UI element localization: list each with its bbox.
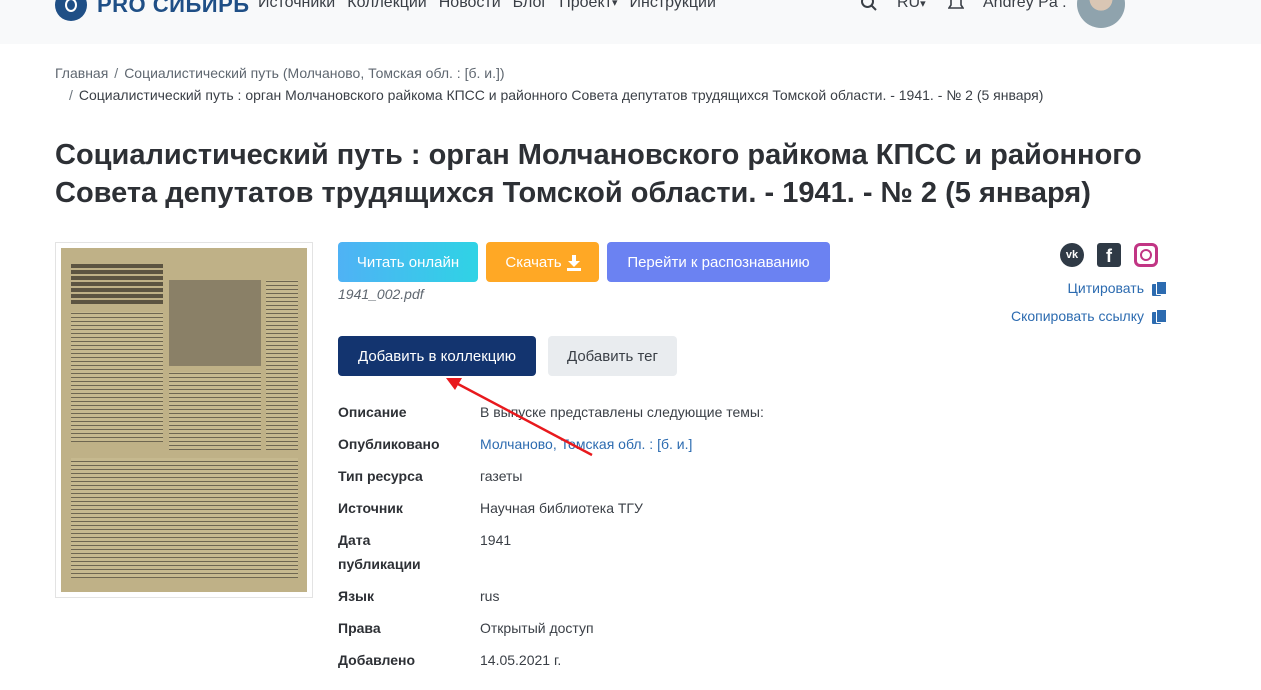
download-label: Скачать (505, 253, 562, 271)
metadata-value: В выпуске представлены следующие темы: (480, 404, 764, 420)
nav-item-instructions[interactable]: Инструкции (629, 0, 715, 12)
metadata-row: Описание В выпуске представлены следующи… (338, 400, 938, 432)
breadcrumb-parent[interactable]: Социалистический путь (Молчаново, Томска… (124, 65, 504, 81)
logo-icon (55, 0, 87, 21)
nav-item-blog[interactable]: Блог (513, 0, 548, 12)
metadata-row: Добавлено 14.05.2021 г. (338, 648, 938, 680)
cite-link[interactable]: Цитировать (1067, 280, 1167, 296)
metadata-value: Научная библиотека ТГУ (480, 500, 643, 516)
copy-icon (1152, 308, 1167, 324)
nav-item-project-label: Проект (559, 0, 612, 11)
metadata-row: Опубликовано Молчаново, Томская обл. : [… (338, 432, 938, 464)
breadcrumb-separator: / (69, 87, 73, 103)
metadata-key: Источник (338, 500, 403, 516)
breadcrumb: Главная / Социалистический путь (Молчаново… (55, 62, 1155, 106)
metadata-row: Источник Научная библиотека ТГУ (338, 496, 938, 528)
metadata-row: Дата публикации 1941 (338, 528, 938, 584)
metadata-key: Добавлено (338, 652, 416, 668)
chevron-down-icon: ▾ (920, 0, 926, 10)
instagram-icon[interactable] (1134, 243, 1158, 267)
cite-label: Цитировать (1067, 280, 1144, 296)
search-icon[interactable] (860, 0, 878, 17)
metadata-key: Права (338, 620, 381, 636)
metadata-table: Описание В выпуске представлены следующи… (338, 400, 938, 680)
metadata-value: 14.05.2021 г. (480, 652, 562, 668)
add-to-collection-button[interactable]: Добавить в коллекцию (338, 336, 536, 376)
metadata-row: Права Открытый доступ (338, 616, 938, 648)
metadata-value: Открытый доступ (480, 620, 594, 636)
file-name[interactable]: 1941_002.pdf (338, 286, 424, 302)
copy-icon (1152, 280, 1167, 296)
metadata-value: 1941 (480, 532, 512, 548)
metadata-key: Язык (338, 588, 374, 604)
nav-item-sources[interactable]: Источники (258, 0, 335, 12)
publisher-link[interactable]: Молчаново, Томская обл. : [б. и.] (480, 432, 692, 464)
breadcrumb-separator: / (114, 65, 119, 81)
read-online-button[interactable]: Читать онлайн (338, 242, 478, 282)
breadcrumb-current: Социалистический путь : орган Молчановск… (78, 87, 1044, 103)
metadata-value: газеты (480, 468, 523, 484)
add-tag-button[interactable]: Добавить тег (548, 336, 677, 376)
document-thumbnail[interactable] (55, 242, 313, 598)
nav-item-news[interactable]: Новости (439, 0, 501, 12)
main-nav: Источники Коллекции Новости Блог Проект▾… (258, 0, 728, 12)
recognition-button[interactable]: Перейти к распознаванию (607, 242, 830, 282)
avatar[interactable] (1077, 0, 1125, 28)
download-icon (566, 255, 581, 271)
language-selector[interactable]: RU▾ (897, 0, 926, 12)
site-logo[interactable]: PRO СИБИРЬ (55, 0, 250, 22)
language-label: RU (897, 0, 921, 11)
metadata-value: rus (480, 588, 500, 604)
bell-icon[interactable] (947, 0, 965, 17)
metadata-key: Дата публикации (338, 532, 421, 572)
copy-link-label: Скопировать ссылку (1010, 308, 1144, 324)
copy-link[interactable]: Скопировать ссылку (1010, 308, 1167, 324)
metadata-key: Опубликовано (338, 436, 440, 452)
user-name[interactable]: Andrey Pa . (983, 0, 1067, 12)
breadcrumb-home[interactable]: Главная (55, 65, 108, 81)
metadata-key: Тип ресурса (338, 468, 423, 484)
vk-icon[interactable]: vk (1060, 243, 1084, 267)
facebook-icon[interactable]: f (1097, 243, 1121, 267)
chevron-down-icon: ▾ (611, 0, 618, 10)
page-title: Социалистический путь : орган Молчановск… (55, 139, 1142, 209)
metadata-row: Язык rus (338, 584, 938, 616)
newspaper-preview-image (61, 248, 307, 592)
logo-text: PRO СИБИРЬ (97, 0, 250, 17)
nav-item-collections[interactable]: Коллекции (347, 0, 426, 12)
metadata-key: Описание (338, 404, 407, 420)
nav-item-project[interactable]: Проект▾ (559, 0, 617, 12)
download-button[interactable]: Скачать (486, 242, 599, 282)
metadata-row: Тип ресурса газеты (338, 464, 938, 496)
social-share: vk f (1060, 243, 1158, 267)
top-navbar: PRO СИБИРЬ Источники Коллекции Новости Б… (0, 0, 1261, 44)
